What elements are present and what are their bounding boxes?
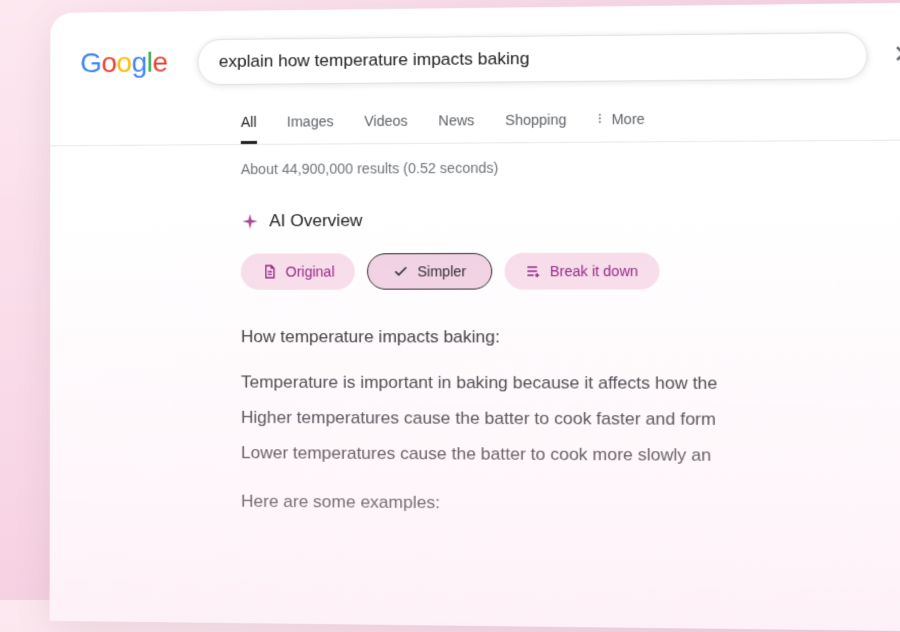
more-label: More <box>611 110 644 127</box>
header: Google ✕ <box>50 2 900 94</box>
ai-answer-line: Higher temperatures cause the batter to … <box>241 400 900 438</box>
check-icon <box>393 263 409 279</box>
chip-break-it-down[interactable]: Break it down <box>504 253 659 290</box>
results-stats: About 44,900,000 results (0.52 seconds) <box>50 140 900 184</box>
logo-letter: g <box>132 47 147 78</box>
tab-shopping[interactable]: Shopping <box>505 101 566 142</box>
ai-overview: AI Overview Original Simpler Break it do… <box>241 208 900 525</box>
search-tabs: All Images Videos News Shopping ⁝ More <box>50 87 900 147</box>
chip-simpler[interactable]: Simpler <box>367 253 492 290</box>
ai-answer-line: Temperature is important in baking becau… <box>241 365 900 402</box>
tab-more[interactable]: ⁝ More <box>597 100 644 142</box>
chip-label: Simpler <box>417 263 466 279</box>
search-input[interactable] <box>198 32 868 85</box>
tab-videos[interactable]: Videos <box>364 102 408 143</box>
logo-letter: G <box>80 47 101 78</box>
tab-news[interactable]: News <box>438 101 474 142</box>
document-icon <box>261 264 277 280</box>
search-results-card: Google ✕ All Images Videos News Shopping… <box>50 2 900 631</box>
chip-label: Original <box>286 263 335 279</box>
sparkle-icon <box>241 212 259 230</box>
ai-overview-title: AI Overview <box>269 211 362 232</box>
tab-all[interactable]: All <box>241 103 257 143</box>
chip-original[interactable]: Original <box>241 253 355 290</box>
vertical-dots-icon: ⁝ <box>598 110 604 127</box>
ai-answer: How temperature impacts baking: Temperat… <box>241 320 900 526</box>
ai-answer-line: Lower temperatures cause the batter to c… <box>241 436 900 475</box>
google-logo[interactable]: Google <box>80 47 167 80</box>
logo-letter: e <box>152 47 167 78</box>
ai-chips: Original Simpler Break it down <box>241 252 900 290</box>
tab-images[interactable]: Images <box>287 103 334 144</box>
close-icon[interactable]: ✕ <box>886 37 900 74</box>
list-add-icon <box>525 263 542 279</box>
chip-label: Break it down <box>550 263 638 279</box>
logo-letter: o <box>117 47 132 78</box>
ai-answer-intro: How temperature impacts baking: <box>241 320 900 356</box>
logo-letter: o <box>101 47 116 78</box>
ai-answer-line: Here are some examples: <box>241 485 900 526</box>
